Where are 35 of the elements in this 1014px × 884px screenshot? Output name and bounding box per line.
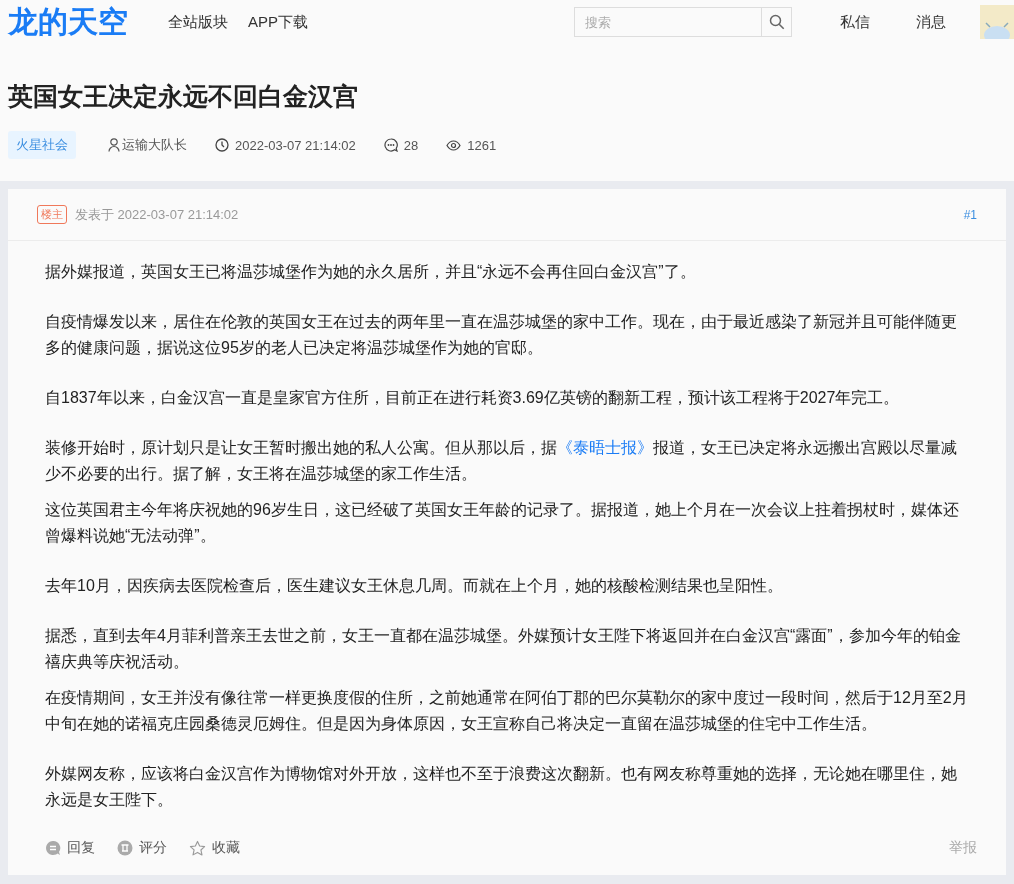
search-icon — [768, 14, 785, 30]
nav-link[interactable]: APP下载 — [248, 12, 308, 32]
speech-bubble-icon — [45, 840, 61, 856]
author-badge: 楼主 — [37, 205, 67, 224]
clock-icon — [215, 138, 229, 152]
header-link[interactable]: 私信 — [840, 12, 870, 32]
search-field[interactable]: 搜索 — [574, 7, 761, 37]
paragraph: 据悉，直到去年4月菲利普亲王去世之前，女王一直都在温莎城堡。外媒预计女王陛下将返回并在白金汉宫“露面”，参加今年的铂金禧庆典等庆祝活动。 — [45, 626, 962, 672]
author-name[interactable]: 运输大队长 — [122, 136, 187, 154]
paragraph: 这位英国君主今年将庆祝她的96岁生日，这已经破了英国女王年龄的记录了。据报道，她上个月在一次会议上拄着拐杖时，媒体还曾爆料说她“无法动弹”。 — [45, 500, 960, 546]
star-icon — [189, 839, 206, 857]
coin-icon — [117, 840, 133, 856]
nav-link[interactable]: 全站版块 — [168, 12, 228, 32]
paragraph: 外媒网友称，应该将白金汉宫作为博物馆对外开放，这样也不至于浪费这次翻新。也有网友称尊重她的选择，无论她在哪里住，她永远是女王陛下。 — [45, 764, 958, 810]
paragraph: 装修开始时，原计划只是让女王暂时搬出她的私人公寓。但从那以后，据《泰晤士报》报道，女王已决定将永远搬出宫殿以尽量减少不必要的出行。据了解，女王将在温莎城堡的家工作生活。 — [45, 438, 958, 484]
rate-button[interactable]: 评分 — [117, 839, 167, 857]
reply-button[interactable]: 回复 — [45, 839, 95, 857]
favorite-button[interactable]: 收藏 — [189, 839, 240, 857]
header-link[interactable]: 消息 — [916, 12, 946, 32]
paragraph: 自1837年以来，白金汉宫一直是皇家官方住所，目前正在进行耗资3.69亿英镑的翻新工程，预计该工程将于2027年完工。 — [45, 388, 901, 408]
paragraph: 去年10月，因疾病去医院检查后，医生建议女王休息几周。而就在上个月，她的核酸检测结果也呈阳性。 — [45, 576, 784, 596]
site-logo[interactable]: 龙的天空 — [8, 4, 130, 40]
comment-icon — [383, 138, 398, 152]
comment-count: 28 — [403, 137, 419, 153]
paragraph: 据外媒报道，英国女王已将温莎城堡作为她的永久居所，并且“永远不会再住回白金汉宫”了。 — [45, 262, 697, 282]
post-time: 2022-03-07 21:14:02 — [235, 137, 356, 153]
view-count: 1261 — [467, 137, 497, 153]
post-date: 发表于 2022-03-07 21:14:02 — [75, 205, 239, 224]
eye-icon — [446, 139, 462, 151]
paragraph: 在疫情期间，女王并没有像往常一样更换度假的住所，之前她通常在阿伯丁郡的巴尔莫勒尔的家中度过一段时间，然后于12月至2月中旬在她的诺福克庄园桑德灵厄姆住。但是因为身体原因，女王宣称自己将决定一直留在温莎城堡的住宅中工作生活。 — [45, 688, 969, 734]
search-button[interactable] — [761, 7, 792, 37]
source-link[interactable]: 《泰晤士报》 — [557, 439, 653, 456]
user-icon — [108, 138, 120, 152]
paragraph: 自疫情爆发以来，居住在伦敦的英国女王在过去的两年里一直在温莎城堡的家中工作。现在，由于最近感染了新冠并且可能伴随更多的健康问题，据说这位95岁的老人已决定将温莎城堡作为她的官邸。 — [45, 312, 958, 358]
article-title: 英国女王决定永远不回白金汉宫 — [7, 81, 359, 112]
